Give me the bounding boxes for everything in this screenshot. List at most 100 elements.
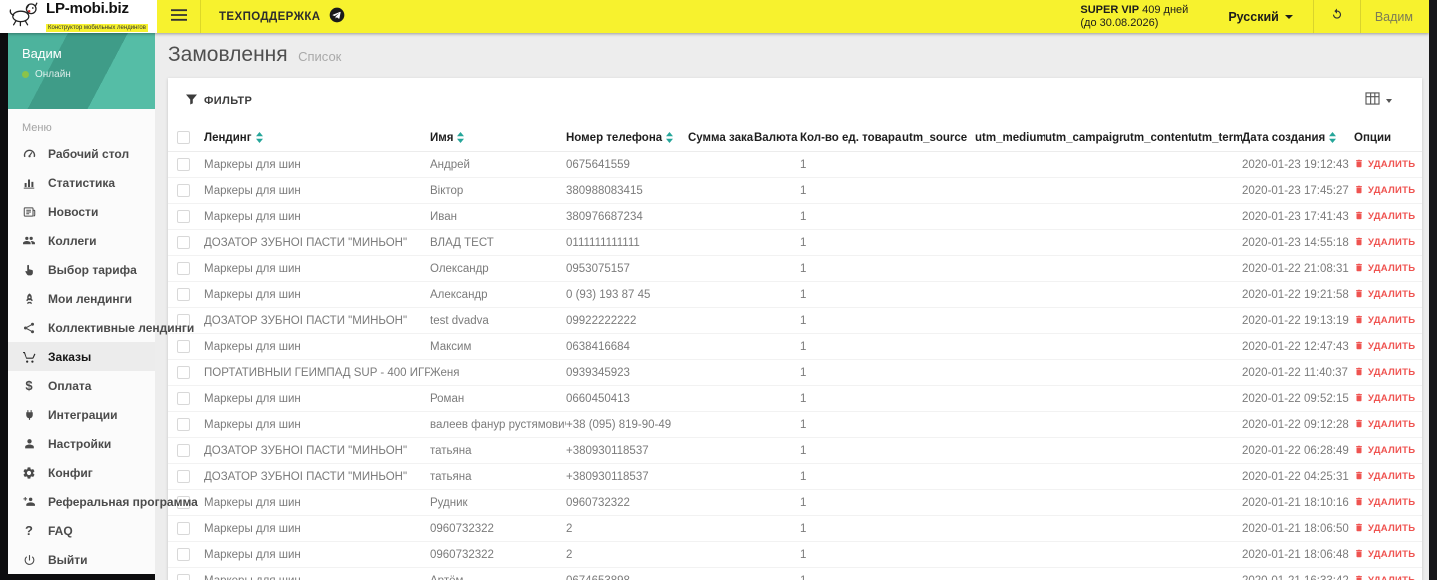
delete-order-button[interactable]: УДАЛИТЬ	[1354, 158, 1415, 172]
cell-name: татьяна	[430, 444, 472, 457]
delete-order-button[interactable]: УДАЛИТЬ	[1354, 366, 1415, 380]
columns-toggle-button[interactable]	[1365, 92, 1404, 110]
delete-order-button[interactable]: УДАЛИТЬ	[1354, 470, 1415, 484]
sidebar-item-my-landings[interactable]: Мои лендинги	[8, 284, 155, 313]
sort-icon[interactable]	[1329, 132, 1337, 143]
hand-pointer-icon	[21, 263, 37, 277]
sort-icon[interactable]	[666, 132, 674, 143]
delete-order-button[interactable]: УДАЛИТЬ	[1354, 288, 1415, 302]
sidebar-item-integrations[interactable]: Интеграции	[8, 400, 155, 429]
logo[interactable]: LP-mobi.biz Конструктор мобильных лендин…	[0, 0, 157, 33]
refresh-button[interactable]	[1314, 7, 1360, 26]
sidebar-item-logout[interactable]: Выйти	[8, 545, 155, 574]
sort-icon[interactable]	[255, 132, 263, 143]
cell-created: 2020-01-23 17:41:43	[1242, 210, 1349, 223]
delete-order-button[interactable]: УДАЛИТЬ	[1354, 574, 1415, 580]
delete-order-button[interactable]: УДАЛИТЬ	[1354, 236, 1415, 250]
row-checkbox[interactable]	[177, 210, 190, 223]
delete-order-button[interactable]: УДАЛИТЬ	[1354, 314, 1415, 328]
delete-order-button[interactable]: УДАЛИТЬ	[1354, 522, 1415, 536]
sidebar-item-news[interactable]: Новости	[8, 197, 155, 226]
chevron-down-icon	[1386, 99, 1392, 103]
delete-order-button[interactable]: УДАЛИТЬ	[1354, 210, 1415, 224]
row-checkbox[interactable]	[177, 548, 190, 561]
row-checkbox[interactable]	[177, 366, 190, 379]
sidebar-item-tariff[interactable]: Выбор тарифа	[8, 255, 155, 284]
sidebar-item-config[interactable]: Конфиг	[8, 458, 155, 487]
filter-funnel-icon	[186, 94, 197, 108]
sidebar-item-collective-landings[interactable]: Коллективные лендинги	[8, 313, 194, 342]
column-header-utm_source: utm_source	[902, 131, 968, 144]
row-checkbox[interactable]	[177, 236, 190, 249]
cell-phone: 0953075157	[566, 262, 630, 275]
cell-phone: 0675641559	[566, 158, 630, 171]
row-checkbox[interactable]	[177, 470, 190, 483]
sidebar-item-orders[interactable]: Заказы	[8, 342, 155, 371]
column-header-name[interactable]: Имя	[430, 132, 566, 144]
cell-phone: 0638416684	[566, 340, 630, 353]
delete-order-button[interactable]: УДАЛИТЬ	[1354, 340, 1415, 354]
delete-order-button[interactable]: УДАЛИТЬ	[1354, 184, 1415, 198]
row-checkbox[interactable]	[177, 262, 190, 275]
cell-created: 2020-01-21 18:06:50	[1242, 522, 1349, 535]
table-row: Маркеры для шин 0960732322 2 1 2020-01-21 18…	[168, 516, 1422, 542]
trash-icon	[1354, 496, 1364, 510]
column-header-utm_medium: utm_medium	[975, 131, 1045, 144]
row-checkbox[interactable]	[177, 340, 190, 353]
row-checkbox[interactable]	[177, 444, 190, 457]
row-checkbox[interactable]	[177, 418, 190, 431]
cell-qty: 1	[800, 366, 807, 379]
cell-name: Женя	[430, 366, 460, 379]
row-checkbox[interactable]	[177, 184, 190, 197]
delete-order-button[interactable]: УДАЛИТЬ	[1354, 262, 1415, 276]
sidebar-item-statistics[interactable]: Статистика	[8, 168, 155, 197]
cell-phone: 0674653898	[566, 575, 688, 580]
trash-icon	[1354, 366, 1364, 380]
column-header-landing[interactable]: Лендинг	[204, 132, 430, 144]
trash-icon	[1354, 548, 1364, 562]
support-link[interactable]: ТЕХПОДДЕРЖКА	[201, 0, 363, 33]
select-all-checkbox[interactable]	[177, 131, 190, 144]
delete-order-button[interactable]: УДАЛИТЬ	[1354, 444, 1415, 458]
sidebar-item-referral[interactable]: Реферальная программа	[8, 487, 198, 516]
sidebar-item-faq[interactable]: ? FAQ	[8, 516, 155, 545]
cell-options: УДАЛИТЬ	[1354, 340, 1422, 354]
subscription-info: SUPER VIP 409 дней (до 30.08.2026)	[1080, 4, 1188, 30]
sidebar-item-payment[interactable]: $ Оплата	[8, 371, 155, 400]
cell-options: УДАЛИТЬ	[1354, 366, 1422, 380]
cell-landing: Маркеры для шин	[204, 522, 301, 535]
sidebar-item-colleagues[interactable]: Коллеги	[8, 226, 155, 255]
table-row: ДОЗАТОР ЗУБНОЇ ПАСТИ "МИНЬОН" татьяна +380…	[168, 438, 1422, 464]
cell-phone: 0111111111111	[566, 236, 640, 249]
delete-order-button[interactable]: УДАЛИТЬ	[1354, 392, 1415, 406]
row-checkbox[interactable]	[177, 574, 190, 580]
sidebar-toggle-button[interactable]	[157, 0, 201, 33]
plan-name: SUPER VIP	[1080, 3, 1140, 16]
cell-landing: ДОЗАТОР ЗУБНОЇ ПАСТИ "МИНЬОН"	[204, 236, 408, 249]
delete-order-button[interactable]: УДАЛИТЬ	[1354, 418, 1415, 432]
delete-order-button[interactable]: УДАЛИТЬ	[1354, 548, 1415, 562]
cell-name: 0960732322	[430, 548, 494, 561]
cell-phone: 380976687234	[566, 210, 643, 223]
app-window: LP-mobi.biz Конструктор мобильных лендин…	[0, 0, 1437, 580]
cell-name: татьяна	[430, 470, 472, 483]
language-label: Русский	[1228, 9, 1279, 24]
row-checkbox[interactable]	[177, 392, 190, 405]
sort-icon[interactable]	[457, 132, 465, 143]
row-checkbox[interactable]	[177, 158, 190, 171]
sidebar-item-dashboard[interactable]: Рабочий стол	[8, 139, 155, 168]
sidebar-menu: Рабочий стол Статистика Новости Коллеги Выбо…	[8, 139, 198, 574]
cell-landing: Маркеры для шин	[204, 262, 301, 275]
row-checkbox[interactable]	[177, 522, 190, 535]
filter-button[interactable]: ФИЛЬТР	[186, 94, 252, 108]
language-selector[interactable]: Русский	[1208, 10, 1313, 24]
refresh-icon	[1330, 7, 1344, 26]
vertical-scrollbar[interactable]	[1429, 0, 1437, 580]
user-menu[interactable]: Вадим	[1361, 10, 1429, 24]
sidebar-item-settings[interactable]: Настройки	[8, 429, 155, 458]
table-row: Маркеры для шинАртём0674653898 1 2020-01-2…	[168, 568, 1422, 580]
column-header-phone[interactable]: Номер телефона	[566, 132, 688, 144]
column-header-created[interactable]: Дата создания	[1242, 132, 1354, 144]
row-checkbox[interactable]	[177, 288, 190, 301]
delete-order-button[interactable]: УДАЛИТЬ	[1354, 496, 1415, 510]
